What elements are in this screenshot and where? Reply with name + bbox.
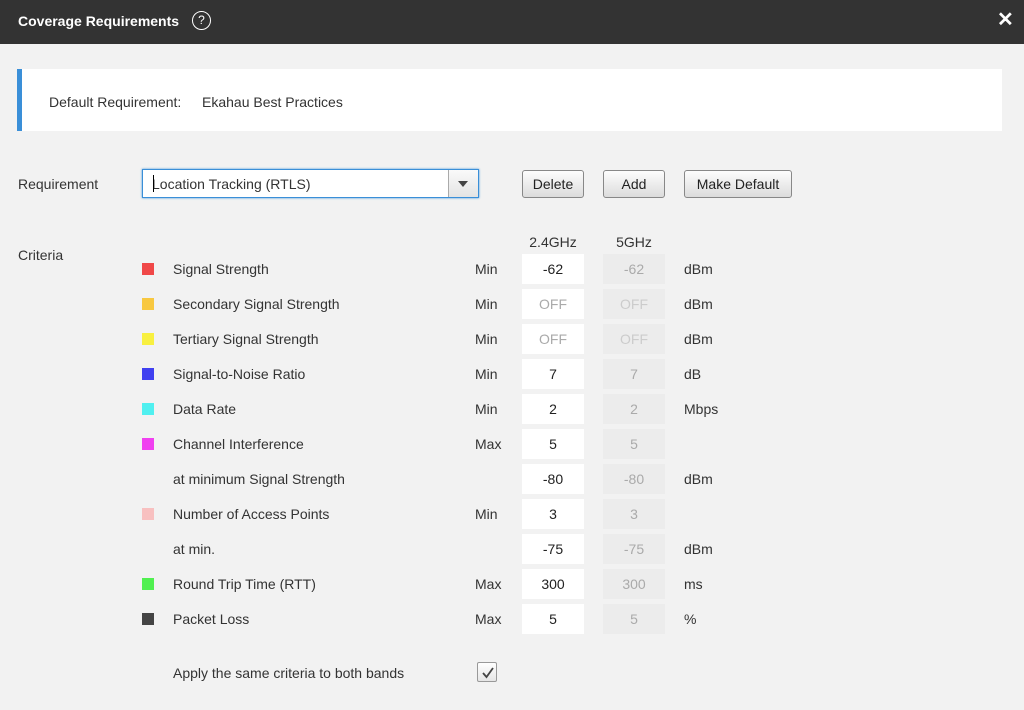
question-circle-icon[interactable]: ? (192, 11, 211, 30)
value-5ghz: 7 (603, 359, 665, 389)
criteria-unit: Mbps (684, 401, 719, 417)
value-2-4ghz[interactable]: -62 (522, 254, 584, 284)
text-caret (153, 175, 154, 192)
criteria-name: Channel Interference (173, 436, 304, 452)
value-5ghz: -62 (603, 254, 665, 284)
criteria-unit: % (684, 611, 697, 627)
value-2-4ghz[interactable]: 5 (522, 604, 584, 634)
value-5ghz: 300 (603, 569, 665, 599)
color-swatch[interactable] (142, 578, 154, 590)
criteria-row: Tertiary Signal Strength Min OFF OFF dBm (0, 324, 1024, 354)
criteria-min-max: Max (475, 576, 502, 592)
color-swatch[interactable] (142, 403, 154, 415)
value-2-4ghz[interactable]: 2 (522, 394, 584, 424)
close-icon[interactable]: ✕ (997, 9, 1014, 31)
window-title: Coverage Requirements (18, 13, 180, 29)
criteria-min-max: Min (475, 261, 498, 277)
value-5ghz: 3 (603, 499, 665, 529)
criteria-min-max: Max (475, 436, 502, 452)
delete-button[interactable]: Delete (522, 170, 584, 198)
checkmark-icon (482, 667, 494, 679)
color-swatch[interactable] (142, 613, 154, 625)
criteria-unit: dB (684, 366, 702, 382)
criteria-row: Signal-to-Noise Ratio Min 7 7 dB (0, 359, 1024, 389)
criteria-name: Signal Strength (173, 261, 269, 277)
value-2-4ghz[interactable]: -80 (522, 464, 584, 494)
default-requirement-value: Ekahau Best Practices (202, 94, 343, 110)
requirement-select[interactable]: Location Tracking (RTLS) (142, 169, 479, 198)
requirement-label: Requirement (18, 176, 99, 192)
value-5ghz: 5 (603, 604, 665, 634)
color-swatch[interactable] (142, 263, 154, 275)
requirement-select-value[interactable]: Location Tracking (RTLS) (152, 176, 310, 192)
title-bar: Coverage Requirements ? ✕ (0, 0, 1024, 44)
color-swatch[interactable] (142, 333, 154, 345)
criteria-name: Packet Loss (173, 611, 250, 627)
value-5ghz: 5 (603, 429, 665, 459)
criteria-unit: dBm (684, 261, 713, 277)
criteria-row: at minimum Signal Strength -80 -80 dBm (0, 464, 1024, 494)
criteria-name: Tertiary Signal Strength (173, 331, 319, 347)
value-2-4ghz[interactable]: 300 (522, 569, 584, 599)
color-swatch[interactable] (142, 508, 154, 520)
value-2-4ghz[interactable]: OFF (522, 324, 584, 354)
value-2-4ghz[interactable]: 7 (522, 359, 584, 389)
criteria-unit: dBm (684, 296, 713, 312)
color-swatch[interactable] (142, 438, 154, 450)
value-5ghz: 2 (603, 394, 665, 424)
value-2-4ghz[interactable]: 3 (522, 499, 584, 529)
criteria-unit: dBm (684, 471, 713, 487)
value-5ghz: -75 (603, 534, 665, 564)
criteria-name: at minimum Signal Strength (173, 471, 345, 487)
value-5ghz: OFF (603, 289, 665, 319)
criteria-unit: dBm (684, 541, 713, 557)
criteria-min-max: Min (475, 401, 498, 417)
criteria-min-max: Min (475, 366, 498, 382)
dropdown-button[interactable] (448, 170, 478, 197)
criteria-name: Signal-to-Noise Ratio (173, 366, 306, 382)
criteria-min-max: Min (475, 296, 498, 312)
apply-same-criteria-checkbox[interactable] (477, 662, 497, 682)
criteria-row: Round Trip Time (RTT) Max 300 300 ms (0, 569, 1024, 599)
criteria-row: Signal Strength Min -62 -62 dBm (0, 254, 1024, 284)
color-swatch[interactable] (142, 368, 154, 380)
default-requirement-banner: Default Requirement: Ekahau Best Practic… (17, 69, 1002, 131)
column-header-2-4ghz: 2.4GHz (529, 234, 577, 250)
value-2-4ghz[interactable]: OFF (522, 289, 584, 319)
criteria-row: Number of Access Points Min 3 3 (0, 499, 1024, 529)
criteria-row: Data Rate Min 2 2 Mbps (0, 394, 1024, 424)
criteria-min-max: Min (475, 506, 498, 522)
criteria-min-max: Max (475, 611, 502, 627)
criteria-unit: ms (684, 576, 703, 592)
value-2-4ghz[interactable]: -75 (522, 534, 584, 564)
chevron-down-icon (458, 181, 468, 187)
criteria-name: Data Rate (173, 401, 237, 417)
criteria-row: Packet Loss Max 5 5% (0, 604, 1024, 634)
value-5ghz: OFF (603, 324, 665, 354)
value-5ghz: -80 (603, 464, 665, 494)
color-swatch[interactable] (142, 298, 154, 310)
add-button[interactable]: Add (603, 170, 665, 198)
criteria-name: Secondary Signal Strength (173, 296, 340, 312)
criteria-name: at min. (173, 541, 216, 557)
criteria-name: Number of Access Points (173, 506, 330, 522)
column-header-5ghz: 5GHz (616, 234, 652, 250)
default-requirement-label: Default Requirement: (49, 94, 182, 110)
make-default-button[interactable]: Make Default (684, 170, 792, 198)
criteria-name: Round Trip Time (RTT) (173, 576, 316, 592)
criteria-min-max: Min (475, 331, 498, 347)
criteria-row: Channel Interference Max 5 5 (0, 429, 1024, 459)
criteria-row: at min. -75 -75 dBm (0, 534, 1024, 564)
value-2-4ghz[interactable]: 5 (522, 429, 584, 459)
apply-same-criteria-label: Apply the same criteria to both bands (173, 665, 405, 681)
criteria-row: Secondary Signal Strength Min OFF OFF dBm (0, 289, 1024, 319)
criteria-unit: dBm (684, 331, 713, 347)
